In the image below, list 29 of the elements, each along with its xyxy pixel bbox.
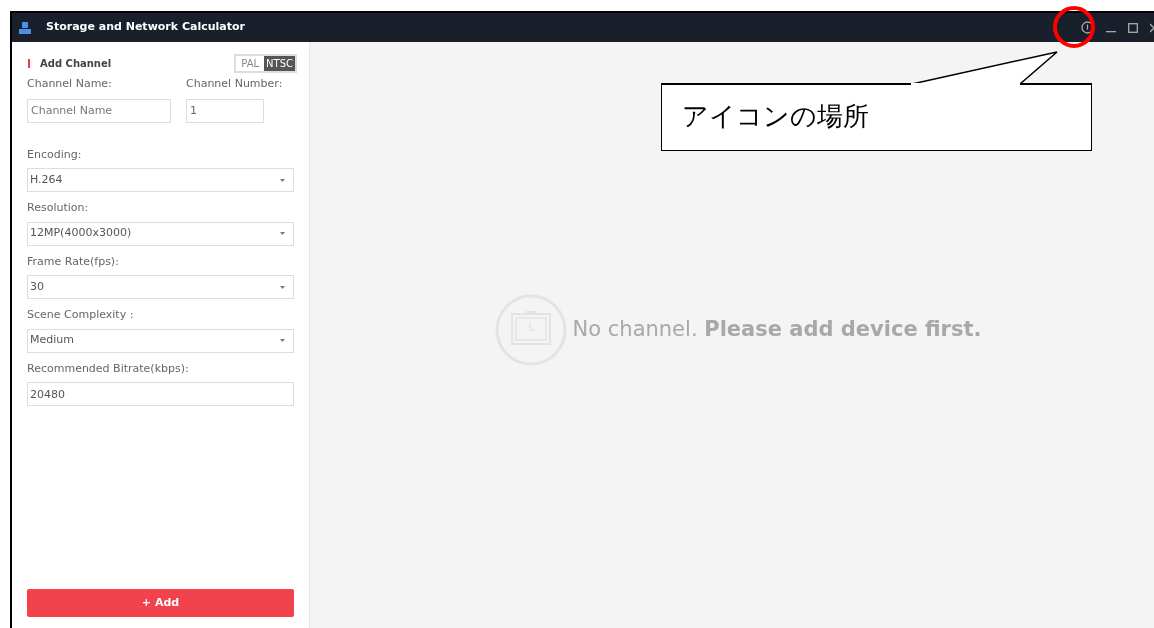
dropdown-field[interactable]: 30 <box>27 275 294 299</box>
caret-icon <box>280 285 285 289</box>
standard-option[interactable]: NTSC <box>264 56 295 71</box>
dropdown-field[interactable]: H.264 <box>27 168 294 192</box>
field-label: Recommended Bitrate(kbps): <box>27 360 190 377</box>
field-label: Channel Name: <box>27 76 113 92</box>
empty-message: No channel. Please add device first. <box>572 315 982 343</box>
channel-name-field[interactable]: Channel Name <box>27 98 171 123</box>
caret-icon <box>280 178 285 182</box>
bitrate-field[interactable]: 20480 <box>27 382 294 406</box>
field-label: Resolution: <box>27 200 90 216</box>
field-label: Scene Complexity : <box>27 307 135 323</box>
field-label: Channel Number: <box>186 76 283 92</box>
caret-icon <box>280 339 285 342</box>
add-button[interactable]: + Add <box>27 589 294 617</box>
channel-number-field[interactable]: 1 <box>186 98 264 123</box>
info-icon[interactable] <box>1081 21 1094 34</box>
caret-icon <box>280 232 285 235</box>
callout-text: アイコンの場所 <box>682 100 869 133</box>
maximize-icon[interactable] <box>1128 22 1138 33</box>
window-title: Storage and Network Calculator <box>46 19 245 36</box>
field-label: Frame Rate(fps): <box>27 253 120 270</box>
section-heading: Add Channel <box>40 57 112 71</box>
field-label: Encoding: <box>27 146 83 163</box>
dropdown-field[interactable]: Medium <box>27 328 294 353</box>
highlight-circle <box>1052 5 1096 49</box>
app-icon <box>18 20 32 35</box>
accent-bar <box>28 59 30 68</box>
dropdown-field[interactable]: 12MP(4000x3000) <box>27 221 294 246</box>
